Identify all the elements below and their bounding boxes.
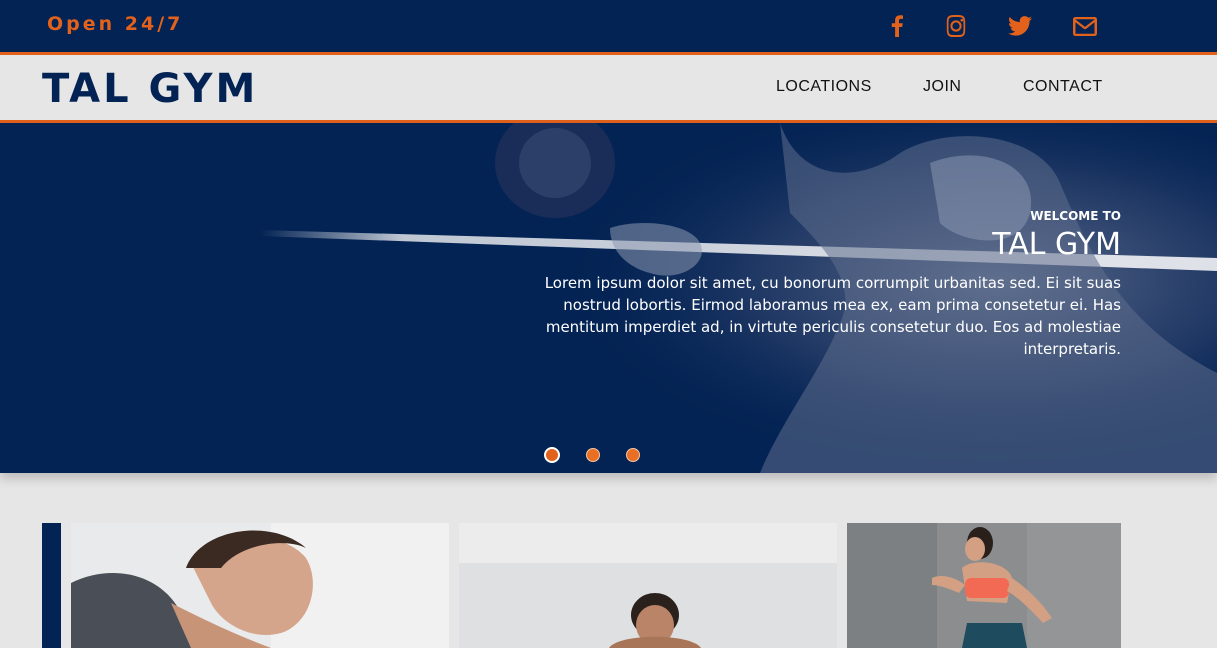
woman-running-photo xyxy=(847,523,1121,648)
nav-link-locations[interactable]: LOCATIONS xyxy=(776,78,872,96)
man-pushup-photo xyxy=(459,523,837,648)
mail-icon[interactable] xyxy=(1068,10,1102,42)
card-woman-workout[interactable] xyxy=(71,523,449,648)
open-hours-text: Open 24/7 xyxy=(47,13,184,35)
nav-bar: TAL GYM LOCATIONS JOIN CONTACT xyxy=(0,52,1217,123)
top-bar: Open 24/7 xyxy=(0,0,1217,52)
carousel-dot-2[interactable] xyxy=(586,448,600,462)
hero-text-block: WELCOME TO TAL GYM Lorem ipsum dolor sit… xyxy=(521,209,1121,360)
section-accent-bar xyxy=(42,523,61,648)
woman-workout-photo xyxy=(71,523,449,648)
card-man-pushup[interactable] xyxy=(459,523,837,648)
hero-description: Lorem ipsum dolor sit amet, cu bonorum c… xyxy=(544,274,1121,358)
nav-link-contact[interactable]: CONTACT xyxy=(1023,78,1103,96)
nav-link-join[interactable]: JOIN xyxy=(923,78,961,96)
hero-carousel: WELCOME TO TAL GYM Lorem ipsum dolor sit… xyxy=(0,123,1217,473)
instagram-icon[interactable] xyxy=(939,10,973,42)
brand-logo[interactable]: TAL GYM xyxy=(42,66,258,112)
carousel-dot-3[interactable] xyxy=(626,448,640,462)
carousel-dot-1[interactable] xyxy=(544,447,560,463)
hero-welcome: WELCOME TO xyxy=(1030,209,1121,223)
hero-title: TAL GYM xyxy=(992,227,1121,262)
card-woman-running[interactable] xyxy=(847,523,1121,648)
twitter-icon[interactable] xyxy=(1003,10,1037,42)
facebook-icon[interactable] xyxy=(880,10,914,42)
